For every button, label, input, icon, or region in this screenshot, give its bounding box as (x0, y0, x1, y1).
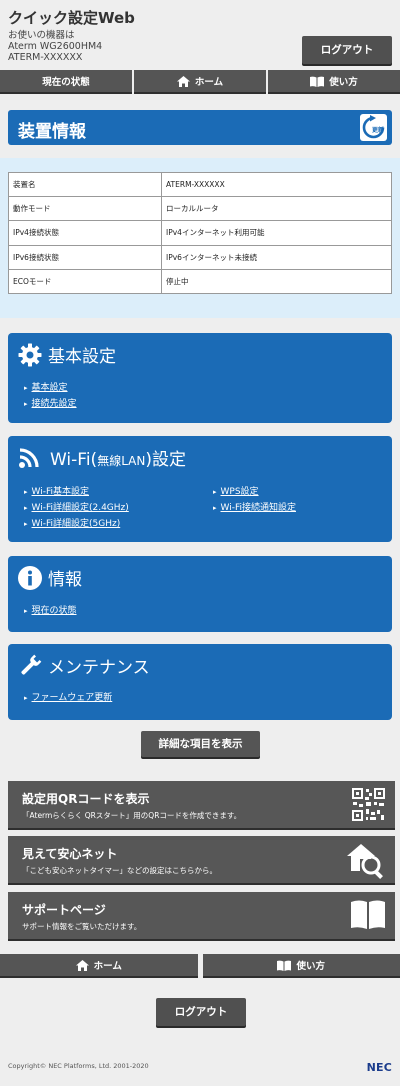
house-search-icon (347, 844, 383, 879)
safe-net-block[interactable]: 見えて安心ネット 「こども安心ネットタイマー」などの設定はこちらから。 (8, 836, 395, 885)
gear-icon (18, 343, 42, 366)
row-key: 装置名 (8, 171, 162, 198)
device-label: お使いの機器は (8, 30, 75, 41)
bottom-help-label: 使い方 (296, 961, 325, 972)
header: クイック設定Web お使いの機器は Aterm WG2600HM4 ATERM-… (0, 0, 400, 70)
refresh-button[interactable]: 更新 (360, 114, 387, 141)
logout-bottom-button[interactable]: ログアウト (156, 998, 246, 1026)
nec-logo: NEC (366, 1061, 392, 1074)
book-icon (351, 900, 385, 929)
wifi-title-small: 無線LAN (97, 454, 146, 468)
show-details-button[interactable]: 詳細な項目を表示 (141, 731, 260, 757)
row-key: 動作モード (8, 196, 162, 222)
device-info-header: 装置情報 更新 (8, 110, 392, 145)
nav-help-label: 使い方 (329, 77, 358, 88)
link-basic-settings[interactable]: 基本設定 (24, 380, 68, 393)
table-row: IPv4接続状態 IPv4インターネット利用可能 (8, 220, 392, 246)
basic-settings-title: 基本設定 (48, 347, 116, 367)
link-connection-settings[interactable]: 接続先設定 (24, 396, 77, 409)
wifi-title-main: Wi-Fi( (50, 450, 98, 470)
book-icon (277, 960, 292, 971)
device-model: Aterm WG2600HM4 (8, 41, 103, 52)
nav-help-button[interactable]: 使い方 (268, 70, 400, 94)
link-firmware-update[interactable]: ファームウェア更新 (24, 690, 113, 703)
row-value: IPv6インターネット未接続 (161, 244, 392, 270)
link-wifi-detail-24ghz[interactable]: Wi-Fi詳細設定(2.4GHz) (24, 500, 129, 513)
home-icon (75, 959, 89, 971)
link-wifi-detail-5ghz[interactable]: Wi-Fi詳細設定(5GHz) (24, 516, 121, 529)
info-title: 情報 (48, 570, 82, 590)
logout-button[interactable]: ログアウト (302, 36, 392, 64)
device-info-table: 装置名 ATERM-XXXXXX 動作モード ローカルルータ IPv4接続状態 IPv… (8, 171, 392, 294)
support-page-block[interactable]: サポートページ サポート情報をご覧いただけます。 (8, 892, 395, 941)
support-page-desc: サポート情報をご覧いただけます。 (22, 922, 142, 931)
safe-net-desc: 「こども安心ネットタイマー」などの設定はこちらから。 (22, 866, 217, 875)
nav-home-button[interactable]: ホーム (134, 70, 266, 94)
home-icon (176, 75, 190, 87)
row-key: IPv6接続状態 (8, 244, 162, 270)
qr-code-icon (352, 788, 385, 821)
wifi-settings-panel: Wi-Fi(無線LAN)設定 Wi-Fi基本設定 Wi-Fi詳細設定(2.4GH… (8, 436, 392, 542)
basic-settings-panel: 基本設定 基本設定 接続先設定 (8, 333, 392, 423)
row-value: 停止中 (161, 268, 392, 294)
maintenance-title: メンテナンス (48, 658, 150, 678)
device-info-title: 装置情報 (18, 122, 86, 142)
info-icon (18, 565, 42, 590)
app-title: クイック設定Web (8, 9, 135, 27)
link-wifi-basic[interactable]: Wi-Fi基本設定 (24, 484, 89, 497)
nav-status-button[interactable]: 現在の状態 (0, 70, 132, 94)
wifi-title-end: )設定 (145, 450, 186, 470)
book-icon (310, 76, 325, 87)
row-value: ローカルルータ (161, 196, 392, 222)
table-row: ECOモード 停止中 (8, 268, 392, 294)
bottom-help-button[interactable]: 使い方 (202, 954, 400, 978)
qr-code-desc: 「Atermらくらく QRスタート」用のQRコードを作成できます。 (22, 811, 242, 820)
table-row: 装置名 ATERM-XXXXXX (8, 171, 392, 198)
row-key: ECOモード (8, 268, 162, 294)
nav-home-label: ホーム (194, 77, 224, 88)
table-row: 動作モード ローカルルータ (8, 196, 392, 222)
refresh-label: 更新 (372, 127, 385, 134)
row-value: ATERM-XXXXXX (161, 171, 392, 198)
copyright: Copyright© NEC Platforms, Ltd. 2001-2020 (8, 1062, 149, 1070)
info-panel: 情報 現在の状態 (8, 556, 392, 632)
top-nav: 現在の状態 ホーム 使い方 (0, 70, 400, 94)
row-key: IPv4接続状態 (8, 220, 162, 246)
nav-status-label: 現在の状態 (42, 77, 90, 88)
support-page-title: サポートページ (22, 903, 106, 917)
row-value: IPv4インターネット利用可能 (161, 220, 392, 246)
qr-code-title: 設定用QRコードを表示 (22, 792, 150, 806)
maintenance-panel: メンテナンス ファームウェア更新 (8, 644, 392, 720)
bottom-home-button[interactable]: ホーム (0, 954, 198, 978)
device-name: ATERM-XXXXXX (8, 52, 83, 63)
link-wifi-connection-notify[interactable]: Wi-Fi接続通知設定 (213, 500, 296, 513)
wrench-icon (21, 654, 42, 675)
table-row: IPv6接続状態 IPv6インターネット未接続 (8, 244, 392, 270)
qr-code-block[interactable]: 設定用QRコードを表示 「Atermらくらく QRスタート」用のQRコードを作成… (8, 781, 395, 830)
wifi-settings-title: Wi-Fi(無線LAN)設定 (50, 445, 186, 470)
wifi-icon (19, 447, 39, 468)
safe-net-title: 見えて安心ネット (22, 847, 118, 861)
link-wps-settings[interactable]: WPS設定 (213, 484, 259, 497)
bottom-home-label: ホーム (93, 961, 122, 972)
bottom-nav: ホーム 使い方 (0, 954, 400, 978)
link-current-status[interactable]: 現在の状態 (24, 603, 77, 616)
